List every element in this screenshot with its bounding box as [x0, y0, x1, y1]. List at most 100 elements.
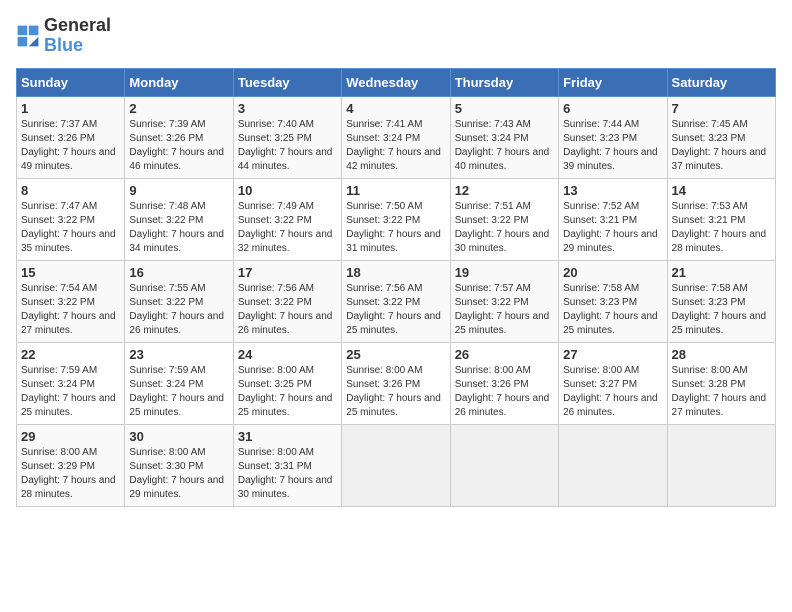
calendar-cell: [667, 424, 775, 506]
calendar-cell: 14 Sunrise: 7:53 AMSunset: 3:21 PMDaylig…: [667, 178, 775, 260]
day-info: Sunrise: 7:59 AMSunset: 3:24 PMDaylight:…: [129, 364, 228, 420]
calendar-cell: 5 Sunrise: 7:43 AMSunset: 3:24 PMDayligh…: [450, 96, 558, 178]
day-number: 1: [21, 101, 120, 116]
day-info: Sunrise: 7:47 AMSunset: 3:22 PMDaylight:…: [21, 200, 120, 256]
day-info: Sunrise: 7:50 AMSunset: 3:22 PMDaylight:…: [346, 200, 445, 256]
day-info: Sunrise: 7:58 AMSunset: 3:23 PMDaylight:…: [672, 282, 771, 338]
day-number: 17: [238, 265, 337, 280]
calendar-cell: 10 Sunrise: 7:49 AMSunset: 3:22 PMDaylig…: [233, 178, 341, 260]
header-day-monday: Monday: [125, 68, 233, 96]
day-info: Sunrise: 7:44 AMSunset: 3:23 PMDaylight:…: [563, 118, 662, 174]
day-info: Sunrise: 8:00 AMSunset: 3:25 PMDaylight:…: [238, 364, 337, 420]
header-day-tuesday: Tuesday: [233, 68, 341, 96]
day-info: Sunrise: 7:49 AMSunset: 3:22 PMDaylight:…: [238, 200, 337, 256]
calendar-cell: 7 Sunrise: 7:45 AMSunset: 3:23 PMDayligh…: [667, 96, 775, 178]
day-number: 23: [129, 347, 228, 362]
day-number: 30: [129, 429, 228, 444]
header-day-friday: Friday: [559, 68, 667, 96]
header-day-saturday: Saturday: [667, 68, 775, 96]
calendar-cell: 1 Sunrise: 7:37 AMSunset: 3:26 PMDayligh…: [17, 96, 125, 178]
day-number: 19: [455, 265, 554, 280]
calendar-cell: 2 Sunrise: 7:39 AMSunset: 3:26 PMDayligh…: [125, 96, 233, 178]
calendar-cell: 12 Sunrise: 7:51 AMSunset: 3:22 PMDaylig…: [450, 178, 558, 260]
calendar-header: SundayMondayTuesdayWednesdayThursdayFrid…: [17, 68, 776, 96]
day-info: Sunrise: 7:59 AMSunset: 3:24 PMDaylight:…: [21, 364, 120, 420]
day-number: 11: [346, 183, 445, 198]
day-number: 10: [238, 183, 337, 198]
header-day-thursday: Thursday: [450, 68, 558, 96]
calendar-week-4: 22 Sunrise: 7:59 AMSunset: 3:24 PMDaylig…: [17, 342, 776, 424]
day-info: Sunrise: 7:48 AMSunset: 3:22 PMDaylight:…: [129, 200, 228, 256]
day-number: 21: [672, 265, 771, 280]
day-number: 25: [346, 347, 445, 362]
day-number: 31: [238, 429, 337, 444]
day-info: Sunrise: 7:52 AMSunset: 3:21 PMDaylight:…: [563, 200, 662, 256]
calendar-cell: 30 Sunrise: 8:00 AMSunset: 3:30 PMDaylig…: [125, 424, 233, 506]
day-number: 5: [455, 101, 554, 116]
day-info: Sunrise: 7:56 AMSunset: 3:22 PMDaylight:…: [346, 282, 445, 338]
day-info: Sunrise: 8:00 AMSunset: 3:29 PMDaylight:…: [21, 446, 120, 502]
calendar-cell: 24 Sunrise: 8:00 AMSunset: 3:25 PMDaylig…: [233, 342, 341, 424]
day-number: 20: [563, 265, 662, 280]
day-info: Sunrise: 8:00 AMSunset: 3:28 PMDaylight:…: [672, 364, 771, 420]
calendar-cell: 29 Sunrise: 8:00 AMSunset: 3:29 PMDaylig…: [17, 424, 125, 506]
calendar-cell: 21 Sunrise: 7:58 AMSunset: 3:23 PMDaylig…: [667, 260, 775, 342]
calendar-body: 1 Sunrise: 7:37 AMSunset: 3:26 PMDayligh…: [17, 96, 776, 506]
calendar-cell: 23 Sunrise: 7:59 AMSunset: 3:24 PMDaylig…: [125, 342, 233, 424]
day-number: 12: [455, 183, 554, 198]
page-header: General Blue: [16, 16, 776, 56]
day-info: Sunrise: 7:37 AMSunset: 3:26 PMDaylight:…: [21, 118, 120, 174]
day-info: Sunrise: 7:43 AMSunset: 3:24 PMDaylight:…: [455, 118, 554, 174]
calendar-cell: 27 Sunrise: 8:00 AMSunset: 3:27 PMDaylig…: [559, 342, 667, 424]
day-number: 15: [21, 265, 120, 280]
header-day-sunday: Sunday: [17, 68, 125, 96]
day-number: 26: [455, 347, 554, 362]
day-info: Sunrise: 7:40 AMSunset: 3:25 PMDaylight:…: [238, 118, 337, 174]
day-info: Sunrise: 7:41 AMSunset: 3:24 PMDaylight:…: [346, 118, 445, 174]
day-info: Sunrise: 8:00 AMSunset: 3:27 PMDaylight:…: [563, 364, 662, 420]
day-number: 13: [563, 183, 662, 198]
calendar-cell: 6 Sunrise: 7:44 AMSunset: 3:23 PMDayligh…: [559, 96, 667, 178]
day-number: 6: [563, 101, 662, 116]
calendar-cell: 31 Sunrise: 8:00 AMSunset: 3:31 PMDaylig…: [233, 424, 341, 506]
day-info: Sunrise: 7:56 AMSunset: 3:22 PMDaylight:…: [238, 282, 337, 338]
calendar-cell: 19 Sunrise: 7:57 AMSunset: 3:22 PMDaylig…: [450, 260, 558, 342]
day-info: Sunrise: 8:00 AMSunset: 3:26 PMDaylight:…: [455, 364, 554, 420]
calendar-cell: 4 Sunrise: 7:41 AMSunset: 3:24 PMDayligh…: [342, 96, 450, 178]
calendar-cell: [342, 424, 450, 506]
calendar-cell: 8 Sunrise: 7:47 AMSunset: 3:22 PMDayligh…: [17, 178, 125, 260]
calendar-cell: 15 Sunrise: 7:54 AMSunset: 3:22 PMDaylig…: [17, 260, 125, 342]
day-info: Sunrise: 7:39 AMSunset: 3:26 PMDaylight:…: [129, 118, 228, 174]
day-number: 24: [238, 347, 337, 362]
calendar-week-3: 15 Sunrise: 7:54 AMSunset: 3:22 PMDaylig…: [17, 260, 776, 342]
calendar-week-1: 1 Sunrise: 7:37 AMSunset: 3:26 PMDayligh…: [17, 96, 776, 178]
day-info: Sunrise: 8:00 AMSunset: 3:31 PMDaylight:…: [238, 446, 337, 502]
calendar-cell: 3 Sunrise: 7:40 AMSunset: 3:25 PMDayligh…: [233, 96, 341, 178]
day-info: Sunrise: 7:51 AMSunset: 3:22 PMDaylight:…: [455, 200, 554, 256]
header-day-wednesday: Wednesday: [342, 68, 450, 96]
logo-icon: [16, 24, 40, 48]
day-number: 2: [129, 101, 228, 116]
day-number: 16: [129, 265, 228, 280]
day-info: Sunrise: 7:45 AMSunset: 3:23 PMDaylight:…: [672, 118, 771, 174]
day-info: Sunrise: 7:55 AMSunset: 3:22 PMDaylight:…: [129, 282, 228, 338]
header-row: SundayMondayTuesdayWednesdayThursdayFrid…: [17, 68, 776, 96]
day-info: Sunrise: 8:00 AMSunset: 3:30 PMDaylight:…: [129, 446, 228, 502]
calendar-week-2: 8 Sunrise: 7:47 AMSunset: 3:22 PMDayligh…: [17, 178, 776, 260]
day-number: 18: [346, 265, 445, 280]
logo-text: General Blue: [44, 16, 111, 56]
day-number: 22: [21, 347, 120, 362]
day-number: 7: [672, 101, 771, 116]
calendar-cell: 18 Sunrise: 7:56 AMSunset: 3:22 PMDaylig…: [342, 260, 450, 342]
calendar-cell: 9 Sunrise: 7:48 AMSunset: 3:22 PMDayligh…: [125, 178, 233, 260]
calendar-cell: 25 Sunrise: 8:00 AMSunset: 3:26 PMDaylig…: [342, 342, 450, 424]
day-info: Sunrise: 8:00 AMSunset: 3:26 PMDaylight:…: [346, 364, 445, 420]
calendar-cell: 13 Sunrise: 7:52 AMSunset: 3:21 PMDaylig…: [559, 178, 667, 260]
day-number: 3: [238, 101, 337, 116]
day-number: 27: [563, 347, 662, 362]
day-number: 28: [672, 347, 771, 362]
calendar-cell: 22 Sunrise: 7:59 AMSunset: 3:24 PMDaylig…: [17, 342, 125, 424]
calendar-week-5: 29 Sunrise: 8:00 AMSunset: 3:29 PMDaylig…: [17, 424, 776, 506]
day-info: Sunrise: 7:53 AMSunset: 3:21 PMDaylight:…: [672, 200, 771, 256]
calendar-cell: 26 Sunrise: 8:00 AMSunset: 3:26 PMDaylig…: [450, 342, 558, 424]
